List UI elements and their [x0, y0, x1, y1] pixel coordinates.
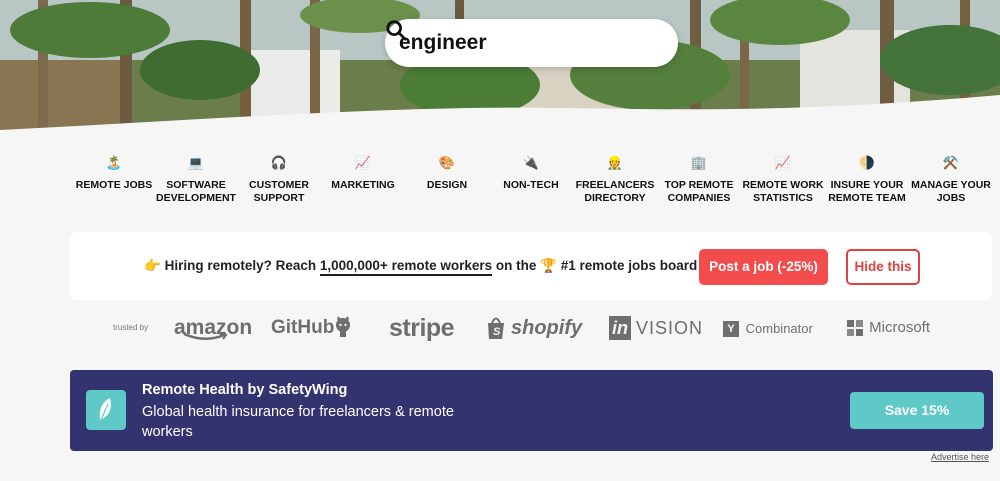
invision-logo: in VISION: [609, 312, 703, 346]
hide-banner-button[interactable]: Hide this: [846, 249, 920, 285]
category-label: REMOTE JOBS: [75, 179, 153, 191]
category-design[interactable]: 🎨 DESIGN: [405, 152, 489, 192]
category-software-development[interactable]: 💻 SOFTWARE DEVELOPMENT: [154, 152, 238, 205]
category-freelancers-directory[interactable]: 👷 FREELANCERS DIRECTORY: [573, 152, 657, 205]
category-remote-jobs[interactable]: 🏝️ REMOTE JOBS: [72, 152, 156, 192]
laptop-icon: 💻: [187, 155, 205, 170]
hiring-message: 👉 Hiring remotely? Reach 1,000,000+ remo…: [144, 258, 698, 276]
stripe-logo: stripe: [389, 314, 455, 342]
svg-text:S: S: [493, 326, 501, 338]
category-remote-work-statistics[interactable]: 📈 REMOTE WORK STATISTICS: [741, 152, 825, 205]
category-label: SOFTWARE DEVELOPMENT: [156, 179, 236, 204]
trusted-by-label: trusted by: [113, 323, 149, 332]
category-top-remote-companies[interactable]: 🏢 TOP REMOTE COMPANIES: [657, 152, 741, 205]
ad-description: Global health insurance for freelancers …: [142, 404, 454, 440]
post-job-button[interactable]: Post a job (-25%): [699, 249, 828, 285]
shopify-logo: S shopify: [486, 312, 582, 346]
island-icon: 🏝️: [105, 155, 123, 170]
headphones-icon: 🎧: [270, 155, 288, 170]
search-icon: [386, 20, 407, 41]
amazon-smile-icon: [183, 333, 228, 340]
category-marketing[interactable]: 📈 MARKETING: [321, 152, 405, 192]
category-manage-your-jobs[interactable]: ⚒️ MANAGE YOUR JOBS: [909, 152, 993, 205]
search-input[interactable]: [399, 31, 619, 55]
office-building-icon: 🏢: [690, 155, 708, 170]
category-label: MARKETING: [331, 179, 395, 191]
windows-icon: [847, 320, 863, 337]
ycombinator-logo: Y Combinator: [723, 312, 813, 346]
plug-icon: 🔌: [522, 155, 540, 170]
category-label: MANAGE YOUR JOBS: [911, 179, 991, 204]
chart-icon: 📈: [774, 155, 792, 170]
save-offer-button[interactable]: Save 15%: [850, 392, 984, 429]
category-label: INSURE YOUR REMOTE TEAM: [828, 179, 906, 204]
category-insure-your-remote-team[interactable]: 🌗 INSURE YOUR REMOTE TEAM: [825, 152, 909, 205]
hero-banner: [0, 0, 1000, 140]
category-label: FREELANCERS DIRECTORY: [575, 179, 655, 204]
category-label: NON-TECH: [503, 179, 559, 191]
octocat-icon: [336, 316, 350, 337]
moon-icon: 🌗: [858, 155, 876, 170]
hiring-banner: 👉 Hiring remotely? Reach 1,000,000+ remo…: [70, 232, 992, 300]
hiring-text: #1 remote jobs board: [556, 258, 698, 273]
search-bar[interactable]: [385, 19, 678, 67]
ad-title: Remote Health by SafetyWing: [142, 382, 348, 398]
category-label: CUSTOMER SUPPORT: [249, 179, 309, 204]
pointing-hand-icon: 👉: [144, 258, 161, 273]
category-non-tech[interactable]: 🔌 NON-TECH: [489, 152, 573, 192]
category-nav: 🏝️ REMOTE JOBS 💻 SOFTWARE DEVELOPMENT 🎧 …: [72, 152, 992, 212]
category-label: REMOTE WORK STATISTICS: [742, 179, 824, 204]
worker-icon: 👷: [606, 155, 624, 170]
category-label: DESIGN: [426, 179, 468, 191]
chart-icon: 📈: [354, 155, 372, 170]
tools-icon: ⚒️: [942, 155, 960, 170]
hiring-text: Hiring remotely? Reach: [164, 258, 320, 273]
advertise-link[interactable]: Advertise here: [931, 452, 989, 462]
category-customer-support[interactable]: 🎧 CUSTOMER SUPPORT: [237, 152, 321, 205]
palette-icon: 🎨: [438, 155, 456, 170]
safetywing-ad[interactable]: Remote Health by SafetyWing Global healt…: [70, 370, 993, 451]
hiring-text: on the: [492, 258, 541, 273]
feather-icon: [86, 390, 126, 430]
microsoft-logo: Microsoft: [847, 312, 930, 346]
trusted-by-logos: trusted by amazon GitHub stripe S shopif…: [0, 312, 1000, 346]
remote-workers-link[interactable]: 1,000,000+ remote workers: [319, 258, 493, 276]
category-label: TOP REMOTE COMPANIES: [664, 179, 734, 204]
shopping-bag-icon: S: [488, 317, 504, 339]
amazon-logo: amazon: [174, 316, 253, 340]
trophy-icon: 🏆: [540, 258, 557, 273]
github-logo: GitHub: [271, 312, 350, 346]
